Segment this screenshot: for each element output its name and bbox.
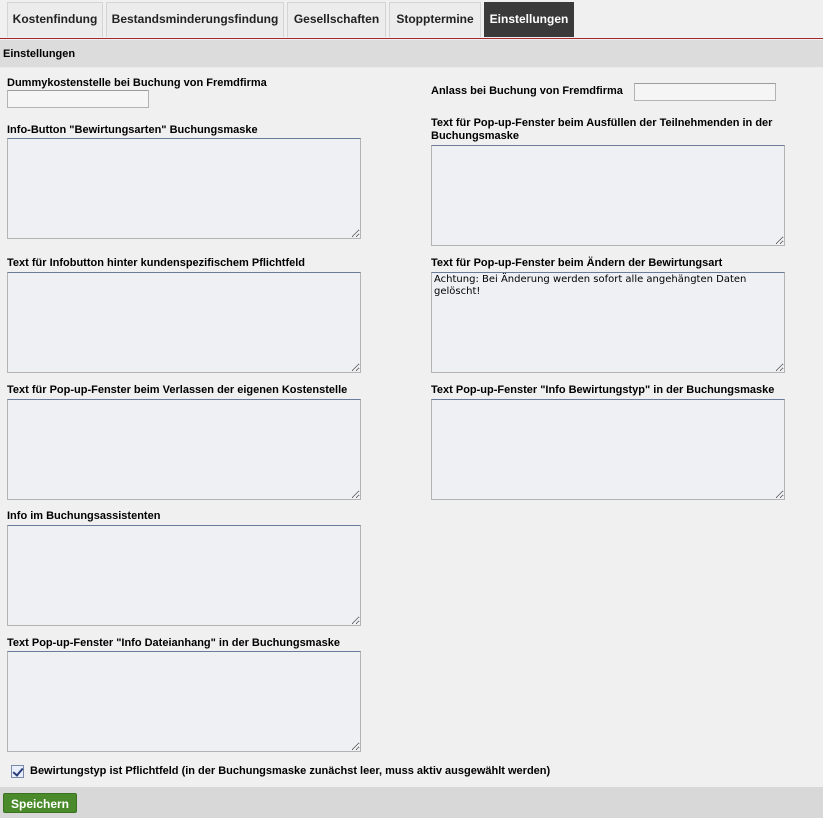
- anlass-input[interactable]: [634, 83, 776, 101]
- pflichtfeld-checkbox[interactable]: [11, 765, 24, 778]
- dummy-kostenstelle-label: Dummykostenstelle bei Buchung von Fremdf…: [7, 77, 267, 89]
- popup-teilnehmende-textarea[interactable]: [431, 145, 785, 246]
- info-buchungsassistent-textarea[interactable]: [7, 525, 361, 626]
- popup-verlassen-kostenstelle-label: Text für Pop-up-Fenster beim Verlassen d…: [7, 384, 348, 396]
- infobutton-pflichtfeld-label: Text für Infobutton hinter kundenspezifi…: [7, 257, 306, 269]
- dummy-kostenstelle-input[interactable]: [7, 90, 149, 108]
- info-bewirtungsarten-textarea[interactable]: [7, 138, 361, 239]
- footer-bar: Speichern: [0, 787, 823, 818]
- tab-bar: Kostenfindung Bestandsminderungsfindung …: [0, 0, 823, 39]
- tab-gesellschaften[interactable]: Gesellschaften: [287, 2, 386, 37]
- section-title: Einstellungen: [0, 40, 823, 68]
- tab-einstellungen[interactable]: Einstellungen: [484, 2, 574, 37]
- popup-info-bewirtungstyp-textarea[interactable]: [431, 399, 785, 500]
- popup-info-bewirtungstyp-label: Text Pop-up-Fenster "Info Bewirtungstyp"…: [431, 384, 775, 396]
- info-buchungsassistent-label: Info im Buchungsassistenten: [7, 510, 161, 522]
- anlass-label: Anlass bei Buchung von Fremdfirma: [431, 85, 623, 97]
- tab-bestandsminderungsfindung[interactable]: Bestandsminderungsfindung: [106, 2, 284, 37]
- save-button[interactable]: Speichern: [3, 793, 77, 813]
- popup-aendern-bewirtungsart-textarea[interactable]: Achtung: Bei Änderung werden sofort alle…: [431, 272, 785, 373]
- pflichtfeld-checkbox-label: Bewirtungstyp ist Pflichtfeld (in der Bu…: [30, 765, 551, 777]
- infobutton-pflichtfeld-textarea[interactable]: [7, 272, 361, 373]
- tab-kostenfindung[interactable]: Kostenfindung: [7, 2, 103, 37]
- info-bewirtungsarten-label: Info-Button "Bewirtungsarten" Buchungsma…: [7, 124, 258, 136]
- popup-aendern-bewirtungsart-label: Text für Pop-up-Fenster beim Ändern der …: [431, 257, 723, 269]
- popup-teilnehmende-label: Text für Pop-up-Fenster beim Ausfüllen d…: [431, 117, 773, 142]
- popup-verlassen-kostenstelle-textarea[interactable]: [7, 399, 361, 500]
- popup-info-dateianhang-textarea[interactable]: [7, 651, 361, 752]
- popup-info-dateianhang-label: Text Pop-up-Fenster "Info Dateianhang" i…: [7, 637, 340, 649]
- tab-stopptermine[interactable]: Stopptermine: [389, 2, 481, 37]
